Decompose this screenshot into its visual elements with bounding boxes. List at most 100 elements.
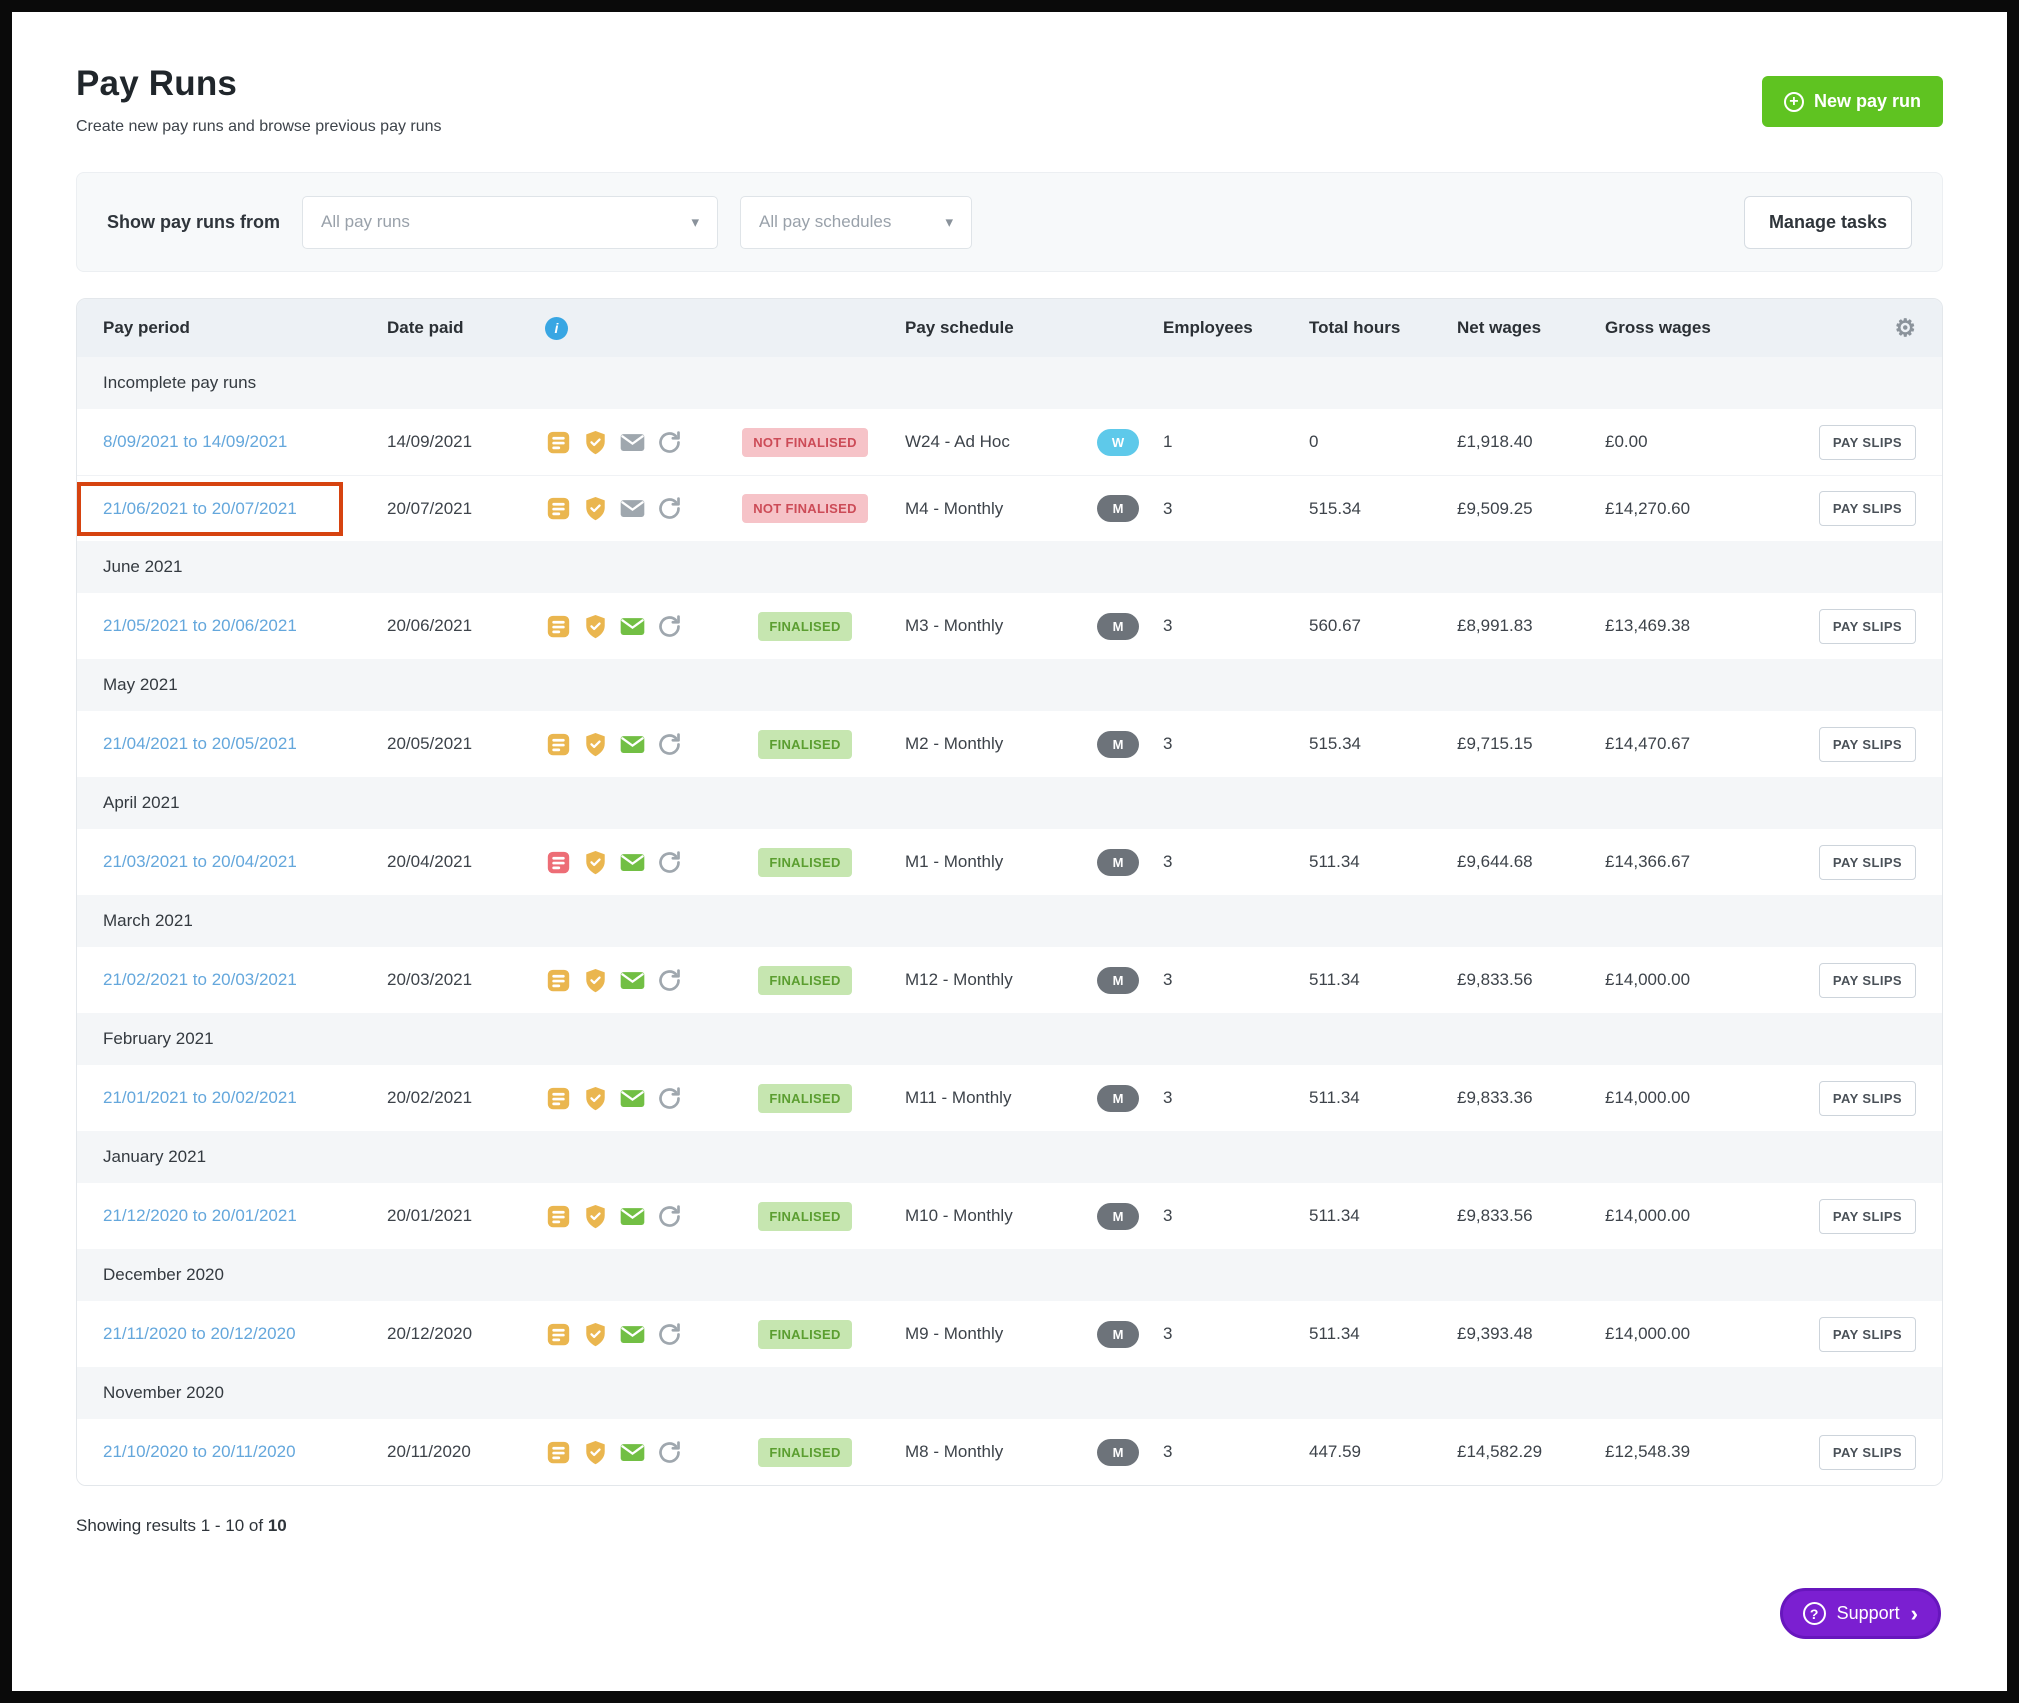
pension-shield-icon[interactable] xyxy=(582,1203,609,1230)
new-pay-run-button[interactable]: + New pay run xyxy=(1762,76,1943,127)
new-pay-run-label: New pay run xyxy=(1814,91,1921,112)
pension-shield-icon[interactable] xyxy=(582,849,609,876)
journal-icon[interactable] xyxy=(545,849,572,876)
pay-run-row: 21/10/2020 to 20/11/2020 20/11/2020 FINA… xyxy=(77,1419,1942,1485)
pay-slips-button[interactable]: PAY SLIPS xyxy=(1819,425,1916,460)
pay-period-link[interactable]: 21/02/2021 to 20/03/2021 xyxy=(103,970,297,989)
pension-shield-icon[interactable] xyxy=(582,731,609,758)
employees-value: 3 xyxy=(1163,1324,1309,1344)
pay-slips-button[interactable]: PAY SLIPS xyxy=(1819,609,1916,644)
help-icon: ? xyxy=(1803,1602,1826,1625)
sync-icon[interactable] xyxy=(656,1439,683,1466)
date-paid-value: 20/03/2021 xyxy=(387,970,545,990)
schedule-type-badge: M xyxy=(1097,849,1139,876)
pay-period-link[interactable]: 21/12/2020 to 20/01/2021 xyxy=(103,1206,297,1225)
pay-slips-button[interactable]: PAY SLIPS xyxy=(1819,1435,1916,1470)
date-paid-value: 20/12/2020 xyxy=(387,1324,545,1344)
gross-wages-value: £14,000.00 xyxy=(1605,970,1777,990)
pay-period-link[interactable]: 21/04/2021 to 20/05/2021 xyxy=(103,734,297,753)
sync-icon[interactable] xyxy=(656,1085,683,1112)
pay-slips-button[interactable]: PAY SLIPS xyxy=(1819,963,1916,998)
pay-period-link[interactable]: 21/11/2020 to 20/12/2020 xyxy=(103,1324,296,1343)
pension-shield-icon[interactable] xyxy=(582,1321,609,1348)
journal-icon[interactable] xyxy=(545,731,572,758)
total-hours-value: 511.34 xyxy=(1309,1206,1457,1226)
pay-schedule-value: M4 - Monthly xyxy=(905,499,1097,519)
journal-icon[interactable] xyxy=(545,495,572,522)
manage-tasks-button[interactable]: Manage tasks xyxy=(1744,196,1912,249)
status-badge: NOT FINALISED xyxy=(742,428,868,457)
net-wages-value: £9,833.56 xyxy=(1457,970,1605,990)
pay-period-link[interactable]: 21/10/2020 to 20/11/2020 xyxy=(103,1442,296,1461)
journal-icon[interactable] xyxy=(545,1085,572,1112)
sync-icon[interactable] xyxy=(656,495,683,522)
pay-period-link[interactable]: 21/03/2021 to 20/04/2021 xyxy=(103,852,297,871)
sync-icon[interactable] xyxy=(656,613,683,640)
journal-icon[interactable] xyxy=(545,1203,572,1230)
status-badge: FINALISED xyxy=(758,612,851,641)
sync-icon[interactable] xyxy=(656,1321,683,1348)
pay-slips-button[interactable]: PAY SLIPS xyxy=(1819,727,1916,762)
pay-slips-button[interactable]: PAY SLIPS xyxy=(1819,1317,1916,1352)
date-paid-value: 20/06/2021 xyxy=(387,616,545,636)
email-icon[interactable] xyxy=(619,429,646,456)
journal-icon[interactable] xyxy=(545,967,572,994)
total-hours-value: 511.34 xyxy=(1309,970,1457,990)
email-icon[interactable] xyxy=(619,849,646,876)
email-icon[interactable] xyxy=(619,1321,646,1348)
sync-icon[interactable] xyxy=(656,967,683,994)
gross-wages-value: £13,469.38 xyxy=(1605,616,1777,636)
net-wages-value: £9,509.25 xyxy=(1457,499,1605,519)
email-icon[interactable] xyxy=(619,967,646,994)
info-icon[interactable]: i xyxy=(545,317,568,340)
gross-wages-value: £14,470.67 xyxy=(1605,734,1777,754)
total-hours-value: 0 xyxy=(1309,432,1457,452)
pay-slips-button[interactable]: PAY SLIPS xyxy=(1819,1081,1916,1116)
status-badge: FINALISED xyxy=(758,1320,851,1349)
sync-icon[interactable] xyxy=(656,1203,683,1230)
email-icon[interactable] xyxy=(619,1439,646,1466)
filter-bar: Show pay runs from All pay runs ▾ All pa… xyxy=(76,172,1943,272)
pension-shield-icon[interactable] xyxy=(582,967,609,994)
journal-icon[interactable] xyxy=(545,613,572,640)
pension-shield-icon[interactable] xyxy=(582,1439,609,1466)
pension-shield-icon[interactable] xyxy=(582,429,609,456)
total-hours-value: 511.34 xyxy=(1309,852,1457,872)
gross-wages-value: £14,270.60 xyxy=(1605,499,1777,519)
gear-icon[interactable]: ⚙ xyxy=(1894,314,1916,343)
page-title-block: Pay Runs Create new pay runs and browse … xyxy=(76,64,442,136)
pay-slips-button[interactable]: PAY SLIPS xyxy=(1819,845,1916,880)
email-icon[interactable] xyxy=(619,613,646,640)
journal-icon[interactable] xyxy=(545,1321,572,1348)
schedule-type-badge: M xyxy=(1097,1203,1139,1230)
email-icon[interactable] xyxy=(619,731,646,758)
email-icon[interactable] xyxy=(619,1203,646,1230)
group-header-label: April 2021 xyxy=(103,793,180,813)
sync-icon[interactable] xyxy=(656,731,683,758)
sync-icon[interactable] xyxy=(656,429,683,456)
schedule-type-badge: M xyxy=(1097,495,1139,522)
pension-shield-icon[interactable] xyxy=(582,1085,609,1112)
pay-period-link[interactable]: 21/05/2021 to 20/06/2021 xyxy=(103,616,297,635)
journal-icon[interactable] xyxy=(545,429,572,456)
email-icon[interactable] xyxy=(619,1085,646,1112)
pension-shield-icon[interactable] xyxy=(582,495,609,522)
journal-icon[interactable] xyxy=(545,1439,572,1466)
pay-runs-filter-select[interactable]: All pay runs ▾ xyxy=(302,196,718,249)
gross-wages-value: £14,000.00 xyxy=(1605,1088,1777,1108)
pension-shield-icon[interactable] xyxy=(582,613,609,640)
group-header-row: May 2021 xyxy=(77,659,1942,711)
pay-slips-button[interactable]: PAY SLIPS xyxy=(1819,1199,1916,1234)
total-hours-value: 447.59 xyxy=(1309,1442,1457,1462)
group-header-row: December 2020 xyxy=(77,1249,1942,1301)
support-button[interactable]: ? Support › xyxy=(1780,1588,1941,1639)
pay-period-link[interactable]: 21/06/2021 to 20/07/2021 xyxy=(103,499,297,518)
net-wages-value: £9,833.56 xyxy=(1457,1206,1605,1226)
sync-icon[interactable] xyxy=(656,849,683,876)
pay-period-link[interactable]: 8/09/2021 to 14/09/2021 xyxy=(103,432,287,451)
pay-slips-button[interactable]: PAY SLIPS xyxy=(1819,491,1916,526)
email-icon[interactable] xyxy=(619,495,646,522)
pay-period-link[interactable]: 21/01/2021 to 20/02/2021 xyxy=(103,1088,297,1107)
pay-schedules-filter-select[interactable]: All pay schedules ▾ xyxy=(740,196,972,249)
pay-schedule-value: M12 - Monthly xyxy=(905,970,1097,990)
